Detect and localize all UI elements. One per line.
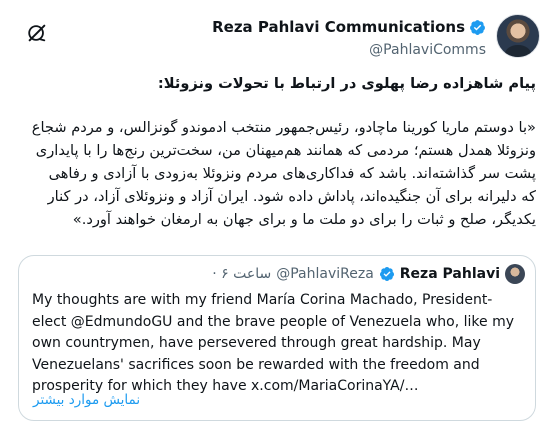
quoted-tweet-text: My thoughts are with my friend María Cor… bbox=[32, 292, 515, 394]
author-display-name[interactable]: Reza Pahlavi Communications bbox=[212, 18, 465, 36]
quoted-tweet-header: · ساعت ۶ @PahlaviReza Reza Pahlavi bbox=[212, 264, 525, 284]
quoted-author-name[interactable]: Reza Pahlavi bbox=[400, 266, 500, 282]
author-handle[interactable]: @PahlaviComms bbox=[369, 42, 486, 58]
show-more-link[interactable]: نمایش موارد بیشتر bbox=[33, 392, 140, 408]
author-avatar[interactable] bbox=[496, 14, 540, 58]
verified-badge-icon bbox=[379, 267, 394, 281]
tweet-title: پیام شاهزاده رضا پهلوی در ارتباط با تحول… bbox=[157, 75, 536, 92]
tweet-body: «با دوستم ماریا کورینا ماچادو، رئیس‌جمهو… bbox=[31, 119, 536, 228]
quoted-author-handle[interactable]: @PahlaviReza bbox=[276, 266, 374, 282]
author-name-row[interactable]: Reza Pahlavi Communications bbox=[212, 18, 486, 36]
grok-icon[interactable] bbox=[26, 22, 48, 44]
quoted-tweet-time[interactable]: · ساعت ۶ bbox=[212, 266, 271, 282]
tweet-header: Reza Pahlavi Communications @PahlaviComm… bbox=[0, 10, 550, 60]
quoted-tweet[interactable]: · ساعت ۶ @PahlaviReza Reza Pahlavi My th… bbox=[18, 255, 536, 421]
quoted-author-avatar[interactable] bbox=[505, 264, 525, 284]
tweet-text: پیام شاهزاده رضا پهلوی در ارتباط با تحول… bbox=[30, 72, 536, 231]
verified-badge-icon bbox=[470, 19, 485, 35]
